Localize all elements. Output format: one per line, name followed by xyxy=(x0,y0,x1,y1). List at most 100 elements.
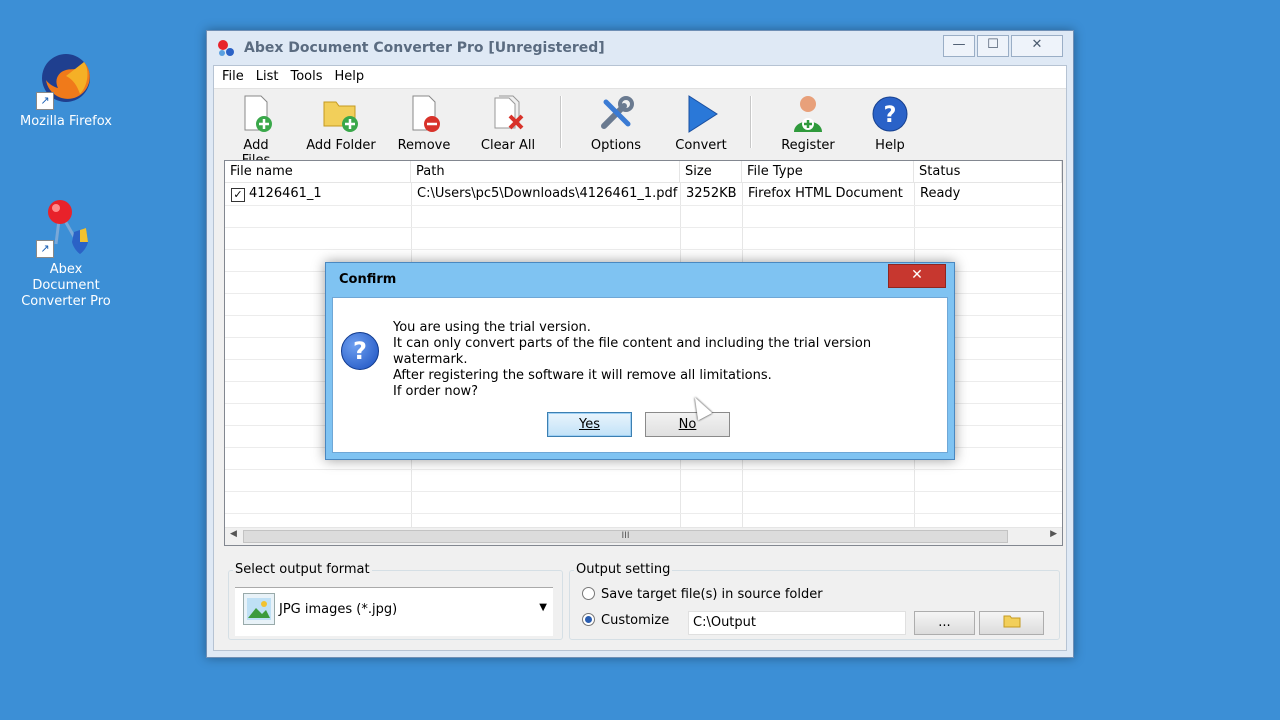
abex-app-icon: ↗ xyxy=(36,198,96,258)
convert-label: Convert xyxy=(675,138,727,153)
radio-customize-label: Customize xyxy=(601,613,670,628)
add-file-icon xyxy=(236,94,276,134)
options-label: Options xyxy=(590,138,642,153)
horizontal-scrollbar[interactable]: ◀ III ▶ xyxy=(225,527,1062,545)
output-setting-title: Output setting xyxy=(574,562,673,577)
dialog-title: Confirm xyxy=(339,272,397,287)
register-user-icon xyxy=(788,94,828,134)
row-divider xyxy=(225,249,1062,250)
cell-status: Ready xyxy=(920,186,961,201)
scroll-right-icon[interactable]: ▶ xyxy=(1050,529,1057,539)
help-question-icon: ? xyxy=(870,94,910,134)
app-icon xyxy=(218,40,234,56)
dialog-message-line: If order now? xyxy=(393,384,479,399)
browse-button[interactable]: ... xyxy=(914,611,975,635)
file-name-text: 4126461_1 xyxy=(249,186,322,201)
output-path-input[interactable]: C:\Output xyxy=(688,611,906,635)
column-header-file-type[interactable]: File Type xyxy=(742,161,914,183)
radio-customize[interactable]: Customize xyxy=(582,613,669,628)
column-header-file-name[interactable]: File name xyxy=(225,161,411,183)
output-format-title: Select output format xyxy=(233,562,372,577)
register-button[interactable]: Register xyxy=(778,94,838,153)
toolbar-separator xyxy=(750,96,752,148)
options-tools-icon xyxy=(596,94,636,134)
dialog-body: ? You are using the trial version. It ca… xyxy=(332,297,948,453)
desktop-icon-label: Mozilla Firefox xyxy=(20,114,112,129)
question-icon: ? xyxy=(341,332,379,370)
dialog-close-button[interactable]: ✕ xyxy=(888,264,946,288)
title-bar[interactable]: Abex Document Converter Pro [Unregistere… xyxy=(207,31,1073,65)
dialog-message-line: After registering the software it will r… xyxy=(393,368,772,383)
remove-label: Remove xyxy=(397,138,451,153)
convert-button[interactable]: Convert xyxy=(674,94,728,153)
shortcut-arrow-icon: ↗ xyxy=(36,92,54,110)
add-folder-button[interactable]: Add Folder xyxy=(306,94,376,153)
cell-file-name: ✓ 4126461_1 xyxy=(225,183,411,205)
register-label: Register xyxy=(781,138,835,153)
dropdown-arrow-icon[interactable]: ▼ xyxy=(539,602,547,613)
add-folder-icon xyxy=(321,94,361,134)
svg-text:?: ? xyxy=(884,103,897,128)
shortcut-arrow-icon: ↗ xyxy=(36,240,54,258)
scrollbar-thumb[interactable]: III xyxy=(243,530,1008,543)
no-button[interactable]: No xyxy=(645,412,730,437)
remove-file-icon xyxy=(404,94,444,134)
clear-all-icon xyxy=(488,94,528,134)
cell-size: 3252KB xyxy=(686,186,737,201)
cell-file-type: Firefox HTML Document xyxy=(748,186,903,201)
desktop-icon-abex[interactable]: ↗ Abex Document Converter Pro xyxy=(16,198,116,310)
firefox-icon: ↗ xyxy=(36,50,96,110)
open-folder-button[interactable] xyxy=(979,611,1044,635)
desktop-icon-label-line1: Abex Document xyxy=(32,262,100,293)
minimize-button[interactable]: — xyxy=(943,35,975,57)
maximize-button[interactable]: ☐ xyxy=(977,35,1009,57)
image-format-icon xyxy=(243,593,275,625)
clear-all-button[interactable]: Clear All xyxy=(478,94,538,153)
desktop-icon-firefox[interactable]: ↗ Mozilla Firefox xyxy=(16,50,116,130)
cell-path: C:\Users\pc5\Downloads\4126461_1.pdf xyxy=(417,186,678,201)
add-files-button[interactable]: Add Files xyxy=(228,94,284,168)
dialog-message-line: It can only convert parts of the file co… xyxy=(393,336,872,367)
clear-all-label: Clear All xyxy=(480,138,536,153)
menu-file[interactable]: File xyxy=(214,66,248,84)
menu-tools[interactable]: Tools xyxy=(283,66,327,84)
column-header-status[interactable]: Status xyxy=(914,161,1062,183)
menu-list[interactable]: List xyxy=(248,66,283,84)
row-divider xyxy=(225,469,1062,470)
yes-button[interactable]: Yes xyxy=(547,412,632,437)
dialog-message-line: You are using the trial version. xyxy=(393,320,591,335)
convert-play-icon xyxy=(681,94,721,134)
row-divider xyxy=(225,205,1062,206)
dialog-message: You are using the trial version. It can … xyxy=(393,320,947,400)
window-title: Abex Document Converter Pro [Unregistere… xyxy=(244,40,605,56)
close-button[interactable]: ✕ xyxy=(1011,35,1063,57)
output-format-group: Select output format JPG images (*.jpg) … xyxy=(228,562,563,640)
output-format-select[interactable]: JPG images (*.jpg) ▼ xyxy=(235,587,553,636)
toolbar: Add Files Add Folder Remove Clear All xyxy=(214,90,1066,168)
toolbar-separator xyxy=(560,96,562,148)
row-checkbox[interactable]: ✓ xyxy=(231,188,245,202)
help-button[interactable]: ? Help xyxy=(868,94,912,153)
radio-circle-selected xyxy=(582,613,595,626)
column-header-size[interactable]: Size xyxy=(680,161,742,183)
radio-circle xyxy=(582,587,595,600)
remove-button[interactable]: Remove xyxy=(396,94,452,153)
menu-bar: File List Tools Help xyxy=(214,66,1066,89)
row-divider xyxy=(225,513,1062,514)
scroll-left-icon[interactable]: ◀ xyxy=(230,529,237,539)
radio-source-folder[interactable]: Save target file(s) in source folder xyxy=(582,587,823,602)
output-format-value: JPG images (*.jpg) xyxy=(279,602,398,617)
no-button-label: No xyxy=(678,417,697,432)
add-folder-label: Add Folder xyxy=(306,138,376,153)
column-header-path[interactable]: Path xyxy=(411,161,680,183)
row-divider xyxy=(225,491,1062,492)
options-button[interactable]: Options xyxy=(590,94,642,153)
yes-button-label: Yes xyxy=(579,417,600,432)
folder-icon xyxy=(1003,615,1020,628)
row-divider xyxy=(225,227,1062,228)
menu-help[interactable]: Help xyxy=(327,66,369,84)
help-label: Help xyxy=(875,138,905,153)
radio-source-folder-label: Save target file(s) in source folder xyxy=(601,587,823,602)
desktop-icon-label-line2: Converter Pro xyxy=(21,294,111,309)
confirm-dialog: Confirm ✕ ? You are using the trial vers… xyxy=(325,262,955,460)
